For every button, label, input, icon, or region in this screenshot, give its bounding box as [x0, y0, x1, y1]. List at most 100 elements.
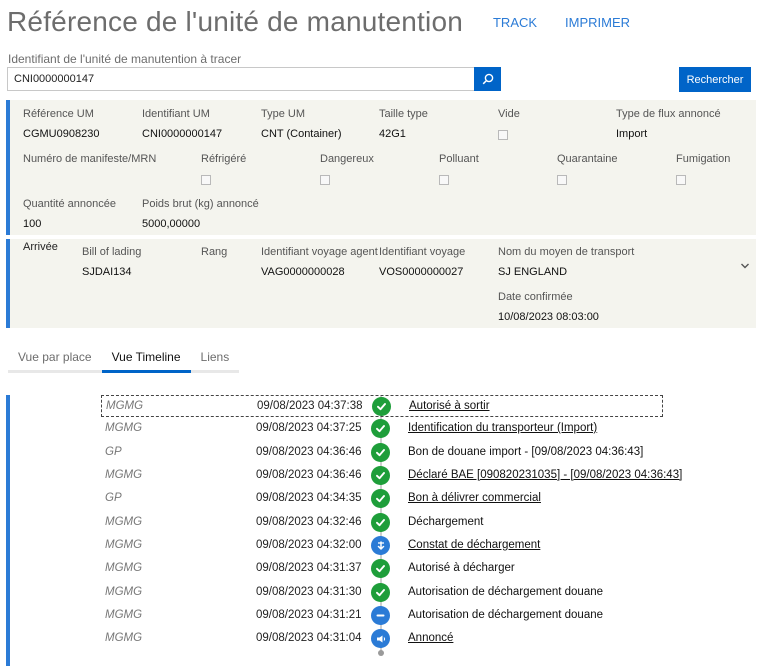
field-type-flux: Type de flux annoncé Import	[616, 108, 721, 140]
timeline-source: GP	[105, 446, 122, 458]
field-date-confirmee: Date confirmée 10/08/2023 08:03:00	[498, 291, 599, 323]
field-poids: Poids brut (kg) annoncé 5000,00000	[142, 198, 259, 230]
timeline-datetime: 09/08/2023 04:37:38	[257, 400, 363, 412]
check-icon	[372, 397, 391, 416]
arrival-section-label: Arrivée	[23, 241, 58, 253]
timeline-datetime: 09/08/2023 04:37:25	[256, 422, 362, 434]
check-icon	[371, 559, 390, 578]
tab-liens[interactable]: Liens	[190, 348, 240, 373]
search-label: Identifiant de l'unité de manutention à …	[8, 52, 242, 66]
view-tabs: Vue par place Vue Timeline Liens	[8, 348, 240, 373]
timeline-datetime: 09/08/2023 04:34:35	[256, 492, 362, 504]
timeline-row[interactable]: MGMG 09/08/2023 04:31:37 Autorisé à déchar…	[101, 558, 663, 580]
timeline-event-link[interactable]: Déclaré BAE [090820231035] - [09/08/2023…	[408, 469, 682, 481]
check-icon	[371, 466, 390, 485]
timeline-source: MGMG	[106, 400, 144, 412]
search-icon	[482, 73, 493, 85]
check-icon	[371, 513, 390, 532]
chevron-down-icon[interactable]	[740, 261, 750, 271]
check-icon	[371, 443, 390, 462]
timeline-row[interactable]: MGMG 09/08/2023 04:31:04 Annoncé	[101, 628, 663, 650]
timeline-source: MGMG	[105, 422, 143, 434]
timeline-event-link[interactable]: Constat de déchargement	[408, 539, 540, 551]
search-bar	[7, 67, 501, 91]
search-button[interactable]: Rechercher	[679, 67, 751, 92]
announce-icon	[371, 629, 390, 648]
quarantaine-checkbox[interactable]	[557, 175, 567, 185]
timeline-event-link[interactable]: Bon à délivrer commercial	[408, 492, 541, 504]
timeline-row[interactable]: GP 09/08/2023 04:36:46 Bon de douane impor…	[101, 442, 663, 464]
timeline-event: Bon de douane import - [09/08/2023 04:36…	[408, 446, 644, 458]
check-icon	[371, 419, 390, 438]
timeline-event-link[interactable]: Autorisé à sortir	[409, 400, 490, 412]
tab-vue-par-place[interactable]: Vue par place	[8, 348, 102, 373]
field-vide: Vide	[498, 108, 520, 140]
timeline-datetime: 09/08/2023 04:31:30	[256, 586, 362, 598]
timeline-row[interactable]: MGMG 09/08/2023 04:32:46 Déchargement	[101, 512, 663, 534]
search-input[interactable]	[7, 67, 474, 91]
unit-details-panel: Référence UM CGMU0908230 Identifiant UM …	[6, 100, 756, 235]
field-type-um: Type UM CNT (Container)	[261, 108, 342, 140]
timeline-datetime: 09/08/2023 04:31:37	[256, 562, 362, 574]
timeline-datetime: 09/08/2023 04:31:04	[256, 632, 362, 644]
minus-icon	[371, 606, 390, 625]
page-header: Référence de l'unité de manutention TRAC…	[7, 2, 630, 42]
timeline-end-dot	[378, 650, 384, 656]
timeline-datetime: 09/08/2023 04:31:21	[256, 609, 362, 621]
refrigere-checkbox[interactable]	[201, 175, 211, 185]
field-manifeste: Numéro de manifeste/MRN	[23, 153, 157, 165]
timeline-source: MGMG	[105, 632, 143, 644]
timeline-source: MGMG	[105, 586, 143, 598]
timeline-datetime: 09/08/2023 04:32:46	[256, 516, 362, 528]
timeline-source: MGMG	[105, 469, 143, 481]
field-polluant: Polluant	[439, 153, 479, 185]
field-rang: Rang	[201, 246, 228, 258]
dangereux-checkbox[interactable]	[320, 175, 330, 185]
field-bill-of-lading: Bill of lading SJDAI134	[82, 246, 142, 278]
timeline-datetime: 09/08/2023 04:36:46	[256, 469, 362, 481]
check-icon	[371, 489, 390, 508]
field-reference-um: Référence UM CGMU0908230	[23, 108, 100, 140]
vide-checkbox[interactable]	[498, 130, 508, 140]
timeline-row[interactable]: MGMG 09/08/2023 04:31:21 Autorisation de d…	[101, 605, 663, 627]
search-icon-button[interactable]	[474, 67, 501, 91]
timeline-event: Autorisation de déchargement douane	[408, 609, 604, 621]
field-voyage: Identifiant voyage VOS0000000027	[379, 246, 466, 278]
polluant-checkbox[interactable]	[439, 175, 449, 185]
timeline-datetime: 09/08/2023 04:32:00	[256, 539, 362, 551]
field-identifiant-um: Identifiant UM CNI0000000147	[142, 108, 223, 140]
timeline-source: MGMG	[105, 516, 143, 528]
tab-vue-timeline[interactable]: Vue Timeline	[101, 348, 191, 373]
field-fumigation: Fumigation	[676, 153, 730, 185]
timeline-accent-bar	[6, 395, 10, 666]
field-transport: Nom du moyen de transport SJ ENGLAND	[498, 246, 635, 278]
field-dangereux: Dangereux	[320, 153, 374, 185]
field-voyage-agent: Identifiant voyage agent VAG0000000028	[261, 246, 378, 278]
unload-icon	[371, 536, 390, 555]
timeline-source: MGMG	[105, 562, 143, 574]
timeline-row[interactable]: MGMG 09/08/2023 04:36:46 Déclaré BAE [0908…	[101, 465, 682, 487]
timeline-source: MGMG	[105, 609, 143, 621]
fumigation-checkbox[interactable]	[676, 175, 686, 185]
field-quantite: Quantité annoncée 100	[23, 198, 116, 230]
timeline-event: Autorisation de déchargement douane	[408, 586, 604, 598]
timeline-row[interactable]: MGMG 09/08/2023 04:37:38 Autorisé à sortir	[101, 395, 663, 417]
timeline-row[interactable]: MGMG 09/08/2023 04:32:00 Constat de déchar…	[101, 535, 663, 557]
field-refrigere: Réfrigéré	[201, 153, 246, 185]
arrival-panel: Arrivée Bill of lading SJDAI134 Rang Ide…	[6, 239, 756, 328]
timeline-row[interactable]: GP 09/08/2023 04:34:35 Bon à délivrer comm…	[101, 488, 663, 510]
timeline-event: Déchargement	[408, 516, 484, 528]
timeline-datetime: 09/08/2023 04:36:46	[256, 446, 362, 458]
timeline-event: Autorisé à décharger	[408, 562, 515, 574]
timeline-source: GP	[105, 492, 122, 504]
timeline-event-link[interactable]: Annoncé	[408, 632, 453, 644]
timeline-row[interactable]: MGMG 09/08/2023 04:37:25 Identification du…	[101, 418, 663, 440]
print-link[interactable]: IMPRIMER	[565, 15, 630, 30]
page-title: Référence de l'unité de manutention	[7, 6, 463, 37]
track-link[interactable]: TRACK	[493, 15, 537, 30]
check-icon	[371, 583, 390, 602]
timeline-row[interactable]: MGMG 09/08/2023 04:31:30 Autorisation de d…	[101, 582, 663, 604]
timeline-source: MGMG	[105, 539, 143, 551]
timeline-event-link[interactable]: Identification du transporteur (Import)	[408, 422, 597, 434]
field-taille-type: Taille type 42G1	[379, 108, 428, 140]
